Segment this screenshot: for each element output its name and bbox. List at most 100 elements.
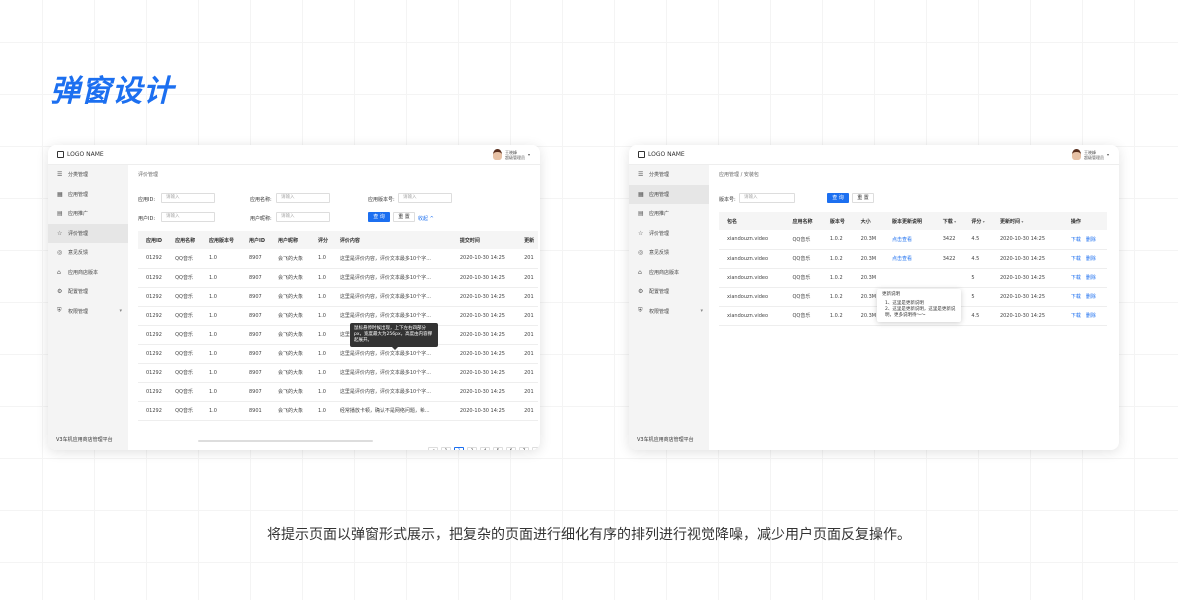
column-header[interactable]: 评分 ▾ (963, 212, 992, 230)
table-cell: 1.0 (201, 363, 241, 383)
sidebar-item-feedback[interactable]: ◎ 意见反馈 (629, 243, 709, 263)
column-header-label: 大小 (860, 218, 871, 225)
download-link[interactable]: 下载 (1071, 294, 1081, 300)
view-notes-link (883, 268, 935, 288)
delete-link[interactable]: 删除 (1086, 275, 1096, 281)
logo: LOGO NAME (638, 151, 685, 158)
grid-icon: ▦ (57, 190, 63, 198)
download-link[interactable]: 下载 (1071, 313, 1081, 319)
download-link[interactable]: 下载 (1071, 256, 1081, 262)
sidebar-item-feedback[interactable]: ◎ 意见反馈 (48, 243, 128, 263)
delete-link[interactable]: 删除 (1086, 237, 1096, 243)
table-row: xiandouzn.video QQ音乐 1.0.2 20.3M 5 2020-10-30… (719, 268, 1107, 288)
column-header-label: 版本号 (829, 218, 845, 225)
sidebar-item-config[interactable]: ⚙ 配置管理 (48, 282, 128, 302)
table-cell: QQ音乐 (167, 325, 201, 345)
caption: 将提示页面以弹窗形式展示，把复杂的页面进行细化有序的排列进行视觉降噪，减少用户页… (267, 527, 911, 543)
main-content: 评价管理 应用ID: 请输入 应用名称: 请输入 应用版本号: 请输入 用户ID… (128, 165, 540, 450)
user-menu[interactable]: 王晓峰 超级管理员 ▾ (1071, 149, 1109, 160)
list-icon: ☰ (638, 171, 644, 179)
page-button[interactable]: 3 (467, 447, 477, 450)
column-header-label: 版本更新说明 (891, 218, 922, 225)
version-label: 版本号: (719, 197, 736, 203)
user-menu[interactable]: 王晓峰 超级管理员 ▾ (492, 149, 530, 160)
sidebar-item-store-version[interactable]: ⌂ 应用商店版本 (629, 263, 709, 283)
delete-link[interactable]: 删除 (1086, 313, 1096, 319)
table-cell: 1.0 (201, 268, 241, 288)
actions-cell: 下载 删除 (1062, 287, 1107, 307)
column-header[interactable]: 更新时间 ▾ (991, 212, 1063, 230)
table-cell: 会飞的大象 (270, 382, 311, 402)
page-button[interactable]: 6 (506, 447, 516, 450)
horizontal-scrollbar[interactable] (198, 440, 373, 442)
delete-link[interactable]: 删除 (1086, 294, 1096, 300)
table-cell: 20.3M (852, 249, 884, 269)
page-button[interactable]: 5 (493, 447, 503, 450)
table-row: 01292QQ音乐1.08907会飞的大象1.0这里是评价内容，评价文本最多10… (138, 382, 538, 402)
table-cell: QQ音乐 (784, 287, 822, 307)
actions-cell: 下载 删除 (1062, 268, 1107, 288)
page-button[interactable]: 1 (441, 447, 451, 450)
table-cell: 201 (516, 401, 538, 421)
page-button[interactable]: 7 (519, 447, 529, 450)
sidebar-item-apps[interactable]: ▦ 应用管理 (48, 185, 128, 205)
table-cell: 4.5 (963, 306, 992, 326)
query-button[interactable]: 查 询 (368, 212, 390, 222)
column-header[interactable]: 下载 ▾ (934, 212, 964, 230)
table-row: 01292QQ音乐1.08907会飞的大象1.0这里是评价内容，评价文本最多10… (138, 249, 538, 269)
app-name-input[interactable]: 请输入 (276, 193, 330, 203)
user-id-input[interactable]: 请输入 (161, 212, 215, 222)
collapse-link[interactable]: 收起 ^ (418, 215, 434, 222)
query-button[interactable]: 查 询 (827, 193, 849, 203)
pagination: <123456789> (428, 447, 540, 450)
sidebar-item-promotion[interactable]: ▤ 应用推广 (629, 204, 709, 224)
sidebar-item-reviews[interactable]: ☆ 评价管理 (48, 223, 128, 243)
sidebar-item-permissions[interactable]: ⛨ 权限管理 ▾ (629, 302, 709, 322)
column-header: 应用名称 (167, 231, 201, 249)
page-button[interactable]: 2 (454, 447, 464, 450)
table-row: xiandouzn.videoQQ音乐1.0.220.3M点击查看34224.5… (719, 249, 1107, 269)
download-link[interactable]: 下载 (1071, 237, 1081, 243)
table-row: 01292 QQ音乐 1.0 8901 会飞的大象 1.0 经常播放卡顿，确认不是网络问题，… (138, 401, 538, 421)
app-id-input[interactable]: 请输入 (161, 193, 215, 203)
table-cell: QQ音乐 (167, 344, 201, 364)
version-input[interactable]: 请输入 (398, 193, 452, 203)
chevron-down-icon: ▾ (700, 308, 703, 315)
actions-cell: 下载 删除 (1062, 249, 1107, 269)
sidebar-item-apps[interactable]: ▦ 应用管理 (629, 184, 709, 204)
page-button[interactable]: 8 (532, 447, 540, 450)
page-heading: 弹窗设计 (50, 74, 174, 109)
sidebar-item-store-version[interactable]: ⌂ 应用商店版本 (48, 263, 128, 283)
actions-cell: 下载 删除 (1062, 230, 1107, 250)
reset-button[interactable]: 重 置 (393, 212, 415, 222)
download-link[interactable]: 下载 (1071, 275, 1081, 281)
sidebar-item-category[interactable]: ☰ 分类管理 (48, 165, 128, 185)
reset-button[interactable]: 重 置 (852, 193, 874, 203)
table-cell: 1.0 (310, 344, 332, 364)
sidebar-item-category[interactable]: ☰ 分类管理 (629, 165, 709, 185)
table-cell: 201 (516, 382, 538, 402)
sidebar-item-config[interactable]: ⚙ 配置管理 (629, 282, 709, 302)
table-cell: 4.5 (963, 249, 992, 269)
table-cell: 1.0 (310, 363, 332, 383)
table-cell: QQ音乐 (167, 401, 201, 421)
app-name-label: 应用名称: (250, 197, 272, 203)
home-icon: ⌂ (638, 268, 642, 276)
delete-link[interactable]: 删除 (1086, 256, 1096, 262)
sidebar-item-reviews[interactable]: ☆ 评价管理 (629, 224, 709, 244)
table-cell: 20.3M (852, 268, 884, 288)
column-header: 更新 (516, 231, 538, 249)
version-input[interactable]: 请输入 (739, 193, 795, 203)
table-cell: 8907 (240, 344, 271, 364)
sidebar-item-permissions[interactable]: ⛨ 权限管理 ▾ (48, 302, 128, 322)
page-button[interactable]: 4 (480, 447, 490, 450)
nickname-label: 用户昵称: (250, 216, 272, 222)
sidebar-footer: V3车机应用商店管理平台 (637, 437, 694, 443)
view-notes-link[interactable]: 点击查看 (883, 230, 935, 250)
nickname-input[interactable]: 请输入 (276, 212, 330, 222)
view-notes-link[interactable]: 点击查看 (883, 249, 935, 269)
prev-page-button[interactable]: < (428, 447, 438, 450)
table-cell: 会飞的大象 (270, 344, 311, 364)
sidebar-item-promotion[interactable]: ▤ 应用推广 (48, 204, 128, 224)
table-cell: 4.5 (963, 230, 992, 250)
